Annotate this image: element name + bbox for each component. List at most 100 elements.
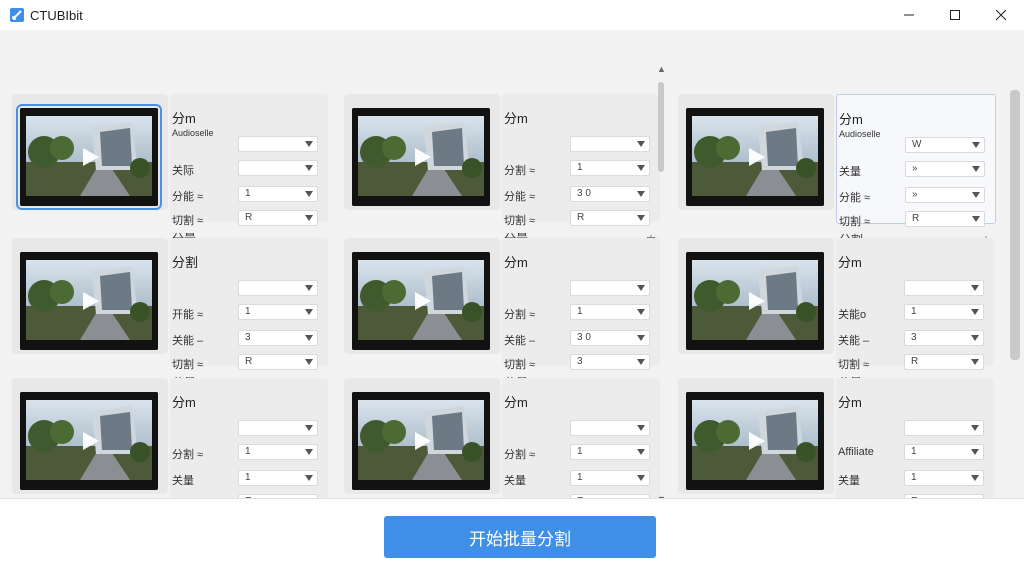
setting-label: 切割 ≈ (838, 359, 870, 371)
chevron-down-icon (305, 215, 313, 221)
scroll-up-icon[interactable]: ▲ (657, 64, 666, 74)
play-icon[interactable] (415, 148, 431, 166)
chevron-down-icon (637, 335, 645, 341)
close-icon (995, 9, 1007, 21)
setting-select[interactable]: 1 (570, 470, 650, 486)
video-thumbnail[interactable] (686, 108, 824, 206)
setting-select[interactable]: 1 (238, 304, 318, 320)
start-batch-split-button[interactable]: 开始批量分割 (384, 516, 656, 558)
setting-select[interactable]: 3 0 (570, 330, 650, 346)
minimize-icon (904, 14, 914, 16)
setting-select[interactable]: R (238, 354, 318, 370)
play-icon[interactable] (749, 148, 765, 166)
video-thumbnail[interactable] (20, 392, 158, 490)
setting-select[interactable] (904, 420, 984, 436)
thumbnail-container[interactable] (12, 94, 168, 210)
setting-row: 切割 ≈ R (172, 210, 322, 228)
video-thumbnail[interactable] (20, 252, 158, 350)
setting-select[interactable]: 1 (238, 470, 318, 486)
bottom-bar: 开始批量分割 (0, 498, 1024, 577)
play-icon[interactable] (83, 292, 99, 310)
chevron-down-icon (637, 309, 645, 315)
play-icon[interactable] (83, 148, 99, 166)
chevron-down-icon (305, 285, 313, 291)
play-icon[interactable] (415, 292, 431, 310)
window-scrollbar-thumb[interactable] (1010, 90, 1020, 360)
setting-select[interactable]: 1 (238, 186, 318, 202)
setting-row: Affiliate 1 (838, 444, 988, 462)
chevron-down-icon (637, 475, 645, 481)
setting-select[interactable] (238, 280, 318, 296)
minimize-button[interactable] (886, 0, 932, 30)
play-icon[interactable] (749, 292, 765, 310)
setting-select[interactable]: » (905, 161, 985, 177)
video-thumbnail[interactable] (352, 392, 490, 490)
chevron-down-icon (305, 141, 313, 147)
chevron-down-icon (972, 142, 980, 148)
video-thumbnail[interactable] (352, 252, 490, 350)
thumbnail-container[interactable] (12, 378, 168, 494)
split-settings-panel: 分m Affiliate 1 关量 1 开能 ≈ R 分割 中 (836, 378, 994, 531)
setting-select[interactable]: 1 (570, 160, 650, 176)
close-button[interactable] (978, 0, 1024, 30)
thumbnail-container[interactable] (678, 94, 834, 210)
setting-value: 3 (577, 356, 583, 367)
setting-select[interactable]: W (905, 137, 985, 153)
play-icon[interactable] (749, 432, 765, 450)
setting-value: 1 (245, 306, 251, 317)
play-icon[interactable] (415, 432, 431, 450)
setting-select[interactable] (570, 136, 650, 152)
setting-select[interactable] (238, 160, 318, 176)
chevron-down-icon (971, 309, 979, 315)
thumbnail-container[interactable] (344, 238, 500, 354)
setting-select[interactable]: 1 (238, 444, 318, 460)
panel-title: 分割 (172, 255, 199, 270)
setting-select[interactable] (238, 136, 318, 152)
setting-select[interactable] (238, 420, 318, 436)
setting-select[interactable]: R (570, 210, 650, 226)
thumbnail-container[interactable] (678, 238, 834, 354)
maximize-button[interactable] (932, 0, 978, 30)
setting-select[interactable]: 3 0 (570, 186, 650, 202)
thumbnail-container[interactable] (344, 378, 500, 494)
scrollbar-thumb[interactable] (658, 82, 664, 172)
setting-select[interactable]: R (905, 211, 985, 227)
setting-select[interactable]: 1 (904, 304, 984, 320)
video-thumbnail[interactable] (686, 392, 824, 490)
setting-select[interactable] (570, 280, 650, 296)
setting-select[interactable]: R (904, 354, 984, 370)
setting-select[interactable]: R (238, 210, 318, 226)
setting-select[interactable]: 3 (904, 330, 984, 346)
setting-select[interactable]: 3 (570, 354, 650, 370)
setting-label: 分能 ≈ (504, 191, 536, 203)
chevron-down-icon (305, 449, 313, 455)
setting-label: 关能 – (172, 335, 204, 347)
setting-label: Affiliate (838, 446, 874, 458)
setting-select[interactable]: 3 (238, 330, 318, 346)
setting-row: 分割 ≈ 1 (172, 444, 322, 462)
grid-scrollbar[interactable]: ▲ ▼ (654, 64, 668, 504)
thumbnail-container[interactable] (344, 94, 500, 210)
thumbnail-container[interactable] (12, 238, 168, 354)
title-bar: CTUBIbit (0, 0, 1024, 30)
setting-select[interactable] (570, 420, 650, 436)
setting-row (172, 280, 322, 298)
play-icon[interactable] (83, 432, 99, 450)
setting-select[interactable]: » (905, 187, 985, 203)
setting-row: 关量 1 (838, 470, 988, 488)
thumbnail-container[interactable] (678, 378, 834, 494)
setting-row: 关能 – 3 (838, 330, 988, 348)
setting-select[interactable]: 1 (904, 444, 984, 460)
video-thumbnail[interactable] (686, 252, 824, 350)
window-controls (886, 0, 1024, 30)
setting-label: 关能 – (504, 335, 536, 347)
video-thumbnail[interactable] (352, 108, 490, 206)
setting-select[interactable] (904, 280, 984, 296)
video-thumbnail[interactable] (16, 104, 162, 210)
setting-value: 3 (911, 332, 917, 343)
setting-select[interactable]: 1 (570, 444, 650, 460)
setting-select[interactable]: 1 (904, 470, 984, 486)
setting-select[interactable]: 1 (570, 304, 650, 320)
setting-label: 切割 ≈ (504, 215, 536, 227)
setting-row: 切割 ≈ R (838, 354, 988, 372)
